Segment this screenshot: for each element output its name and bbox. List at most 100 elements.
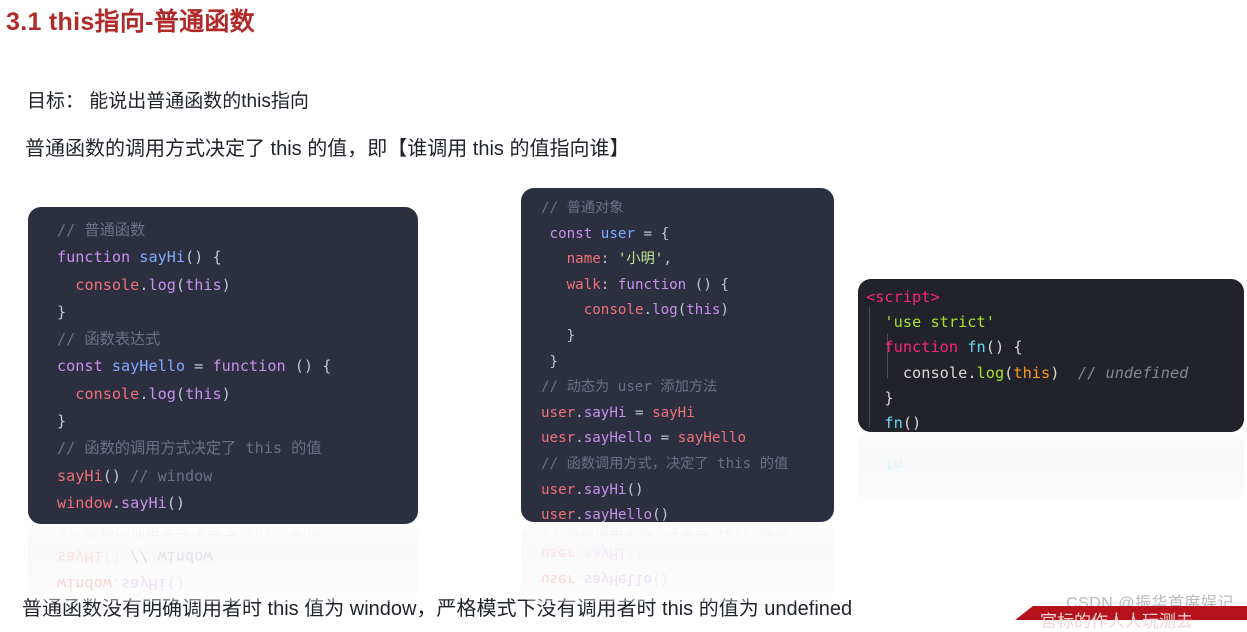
code-token: () <box>652 507 670 522</box>
code-token: } <box>57 412 67 431</box>
code-token: window <box>57 493 112 512</box>
code-line: } <box>541 324 788 350</box>
code-token: sayHello <box>111 357 186 376</box>
bottom-banner-text: 官标的作人人玩测去 <box>1040 612 1193 631</box>
code-line: function sayHi() { <box>57 244 331 271</box>
code-token: // 动态为 user 添加方法 <box>541 379 718 396</box>
code-token: user <box>541 507 576 522</box>
code-token: ( <box>175 275 186 294</box>
code-line: } <box>541 350 788 376</box>
code-token: // 函数调用方式，决定了 this 的值 <box>541 455 789 472</box>
summary-text: 普通函数没有明确调用者时 this 值为 window，严格模式下没有调用者时 … <box>22 598 853 620</box>
rule-text: 普通函数的调用方式决定了 this 的值，即【谁调用 this 的值指向谁】 <box>25 138 630 160</box>
code-line: // 函数调用方式，决定了 this 的值 <box>541 522 788 540</box>
code-token: function <box>212 357 286 376</box>
code-line: sayHi() // window <box>57 463 331 490</box>
code-token: user <box>600 225 635 242</box>
reflection-content: user.sayHello() user.sayHi()// 函数调用方式，决定了… <box>521 522 788 591</box>
code-token: () { <box>686 276 729 293</box>
code-token: sayHi <box>583 404 627 421</box>
code-token: } <box>866 432 894 449</box>
code-token: () <box>626 545 644 562</box>
code-token: // 函数的调用方式决定了 this 的值 <box>57 439 322 458</box>
code-block-object-method: // 普通对象 const user = { name: '小明', walk:… <box>521 188 834 522</box>
code-token: ) <box>221 275 231 294</box>
code-token: user <box>541 570 576 587</box>
code-token: console <box>902 363 968 382</box>
code-token: ( <box>677 302 687 319</box>
code-token: const <box>541 225 601 242</box>
code-token: () <box>166 493 186 512</box>
code-content: // 普通对象 const user = { name: '小明', walk:… <box>521 188 788 522</box>
code-token: log <box>976 363 1005 382</box>
code-token: 'use strict' <box>884 313 995 332</box>
code-token: // 普通函数 <box>57 221 146 239</box>
code-token: // 函数表达式 <box>57 330 161 349</box>
code-token: = <box>652 430 678 447</box>
code-token: // 普通对象 <box>541 200 624 216</box>
code-token: ) <box>221 384 231 403</box>
reflection-fade <box>858 432 1244 504</box>
code-line: const user = { <box>541 222 788 248</box>
code-token: console <box>75 275 140 294</box>
code-token: console <box>75 384 140 403</box>
code-token: fn <box>884 414 903 432</box>
code-token: = { <box>634 225 670 242</box>
code-line: } <box>57 299 331 326</box>
code-token: // window <box>121 466 213 485</box>
code-token: this <box>185 275 222 294</box>
code-line: console.log(this) <box>57 272 331 299</box>
code-line: // 函数的调用方式决定了 this 的值 <box>57 435 331 462</box>
code-token: log <box>148 384 176 403</box>
code-token: fn <box>884 455 903 474</box>
code-token: sayHi <box>583 545 627 562</box>
code-line: } <box>866 386 1188 411</box>
code-block-use-strict: <script> 'use strict' function fn() { co… <box>858 279 1244 432</box>
page-title: 3.1 this指向-普通函数 <box>6 8 255 36</box>
code-block-reflection: user.sayHello() user.sayHi()// 函数调用方式，决定了… <box>521 522 834 602</box>
code-token: . <box>575 430 584 447</box>
code-line: // 函数调用方式，决定了 this 的值 <box>541 452 788 478</box>
code-token: sayHi <box>121 574 167 593</box>
code-token: . <box>575 481 584 498</box>
code-token: () <box>166 574 186 593</box>
code-block-reflection: fn() } <box>858 432 1244 504</box>
code-token: sayHi <box>583 481 627 498</box>
code-token: ( <box>175 384 186 403</box>
code-token: sayHello <box>583 507 653 522</box>
code-token: () <box>902 414 922 432</box>
code-token: sayHi <box>121 493 167 512</box>
code-line: // 动态为 user 添加方法 <box>541 375 788 401</box>
code-token: uesr <box>541 430 576 447</box>
code-block-normal-function: // 普通函数 function sayHi() { console.log(th… <box>28 207 418 524</box>
code-token: . <box>111 574 122 593</box>
code-line: window.sayHi() <box>57 490 331 517</box>
code-line: // 函数表达式 <box>57 326 331 353</box>
code-token: = <box>185 357 213 376</box>
code-token: . <box>643 302 653 319</box>
code-token: () <box>102 547 122 566</box>
code-token: sayHello <box>677 430 747 447</box>
reflection-fade <box>28 524 418 602</box>
code-line: } <box>866 432 921 451</box>
code-line: uesr.sayHello = sayHello <box>541 426 788 452</box>
code-token: . <box>575 507 584 522</box>
code-token: () { <box>985 338 1023 357</box>
reflection-fade <box>521 522 834 602</box>
reflection-content: window.sayHi() sayHi() // window// 函数的调用方… <box>28 524 322 597</box>
code-content: <script> 'use strict' function fn() { co… <box>858 279 1188 432</box>
code-token: . <box>575 570 584 587</box>
code-line: 'use strict' <box>866 310 1188 335</box>
reflection-content: fn() } <box>858 432 921 476</box>
code-token: log <box>148 275 176 294</box>
code-line: user.sayHi() <box>541 478 788 504</box>
code-token: walk <box>566 276 601 293</box>
code-token: // undefined <box>1059 363 1189 382</box>
